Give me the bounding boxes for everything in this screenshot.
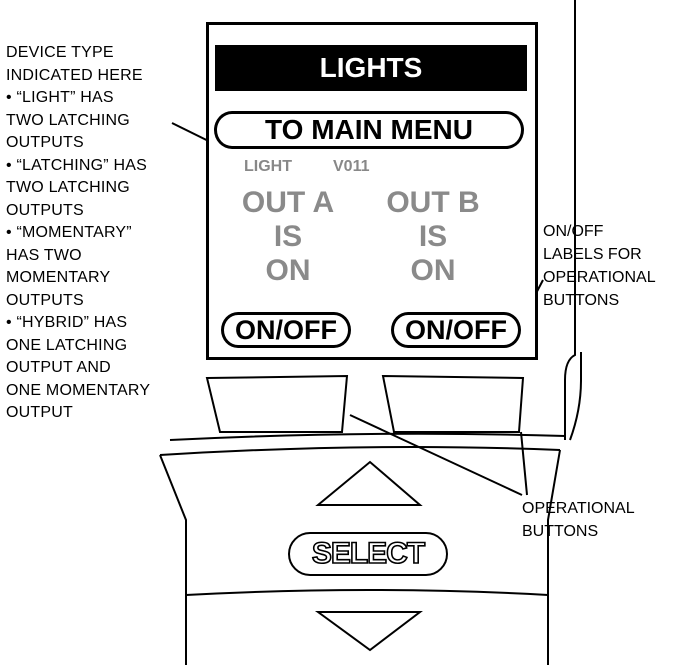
annotation-line: OUTPUT AND (6, 359, 111, 376)
left-onoff-label[interactable]: ON/OFF (221, 312, 351, 348)
version-label: V011 (333, 158, 370, 175)
annotation-line: OUTPUT (6, 404, 73, 421)
device-type-annotation: DEVICE TYPE INDICATED HERE • “LIGHT” HAS… (6, 42, 206, 425)
out-a-state: ON (265, 254, 311, 287)
annotation-line: INDICATED HERE (6, 66, 143, 84)
out-b-name: OUT B (386, 186, 480, 219)
right-operational-button[interactable] (388, 380, 520, 430)
to-main-menu-button[interactable]: TO MAIN MENU (214, 111, 524, 149)
annotation-line: • “HYBRID” HAS (6, 314, 128, 331)
down-arrow-button[interactable] (322, 612, 416, 648)
annotation-line: • “LIGHT” HAS (6, 89, 114, 106)
annotation-line: ON/OFF (543, 223, 604, 240)
out-a-is: IS (273, 220, 303, 253)
annotation-line: DEVICE TYPE (6, 44, 114, 61)
left-operational-button[interactable] (210, 380, 342, 430)
annotation-line: OPERATIONAL (522, 500, 635, 517)
out-a-name: OUT A (241, 186, 335, 219)
annotation-line: TWO LATCHING (6, 111, 130, 129)
select-button-label: SELECT (311, 536, 426, 571)
annotation-line: • “MOMENTARY” (6, 224, 132, 241)
screen-title: LIGHTS (215, 45, 527, 91)
right-onoff-label[interactable]: ON/OFF (391, 312, 521, 348)
annotation-line: MOMENTARY (6, 269, 111, 286)
annotation-line: BUTTONS (543, 292, 620, 309)
annotation-line: OPERATIONAL (543, 269, 656, 286)
onoff-labels-annotation: ON/OFF LABELS FOR OPERATIONAL BUTTONS (543, 220, 656, 312)
annotation-line: OUTPUTS (6, 291, 84, 309)
annotation-line: • “LATCHING” HAS (6, 156, 147, 174)
annotation-line: LABELS FOR (543, 246, 642, 263)
annotation-line: BUTTONS (522, 523, 599, 540)
out-b-is: IS (418, 220, 448, 253)
annotation-line: ONE MOMENTARY (6, 381, 151, 399)
device-type-label: LIGHT (244, 158, 292, 175)
annotation-line: OUTPUTS (6, 134, 84, 151)
annotation-line: TWO LATCHING (6, 179, 130, 196)
operational-buttons-annotation: OPERATIONAL BUTTONS (522, 497, 635, 543)
select-button[interactable]: SELECT (288, 532, 448, 576)
annotation-line: HAS TWO (6, 246, 82, 264)
up-arrow-button[interactable] (322, 466, 416, 504)
annotation-line: OUTPUTS (6, 201, 84, 219)
out-b-state: ON (410, 254, 456, 287)
annotation-line: ONE LATCHING (6, 336, 128, 354)
